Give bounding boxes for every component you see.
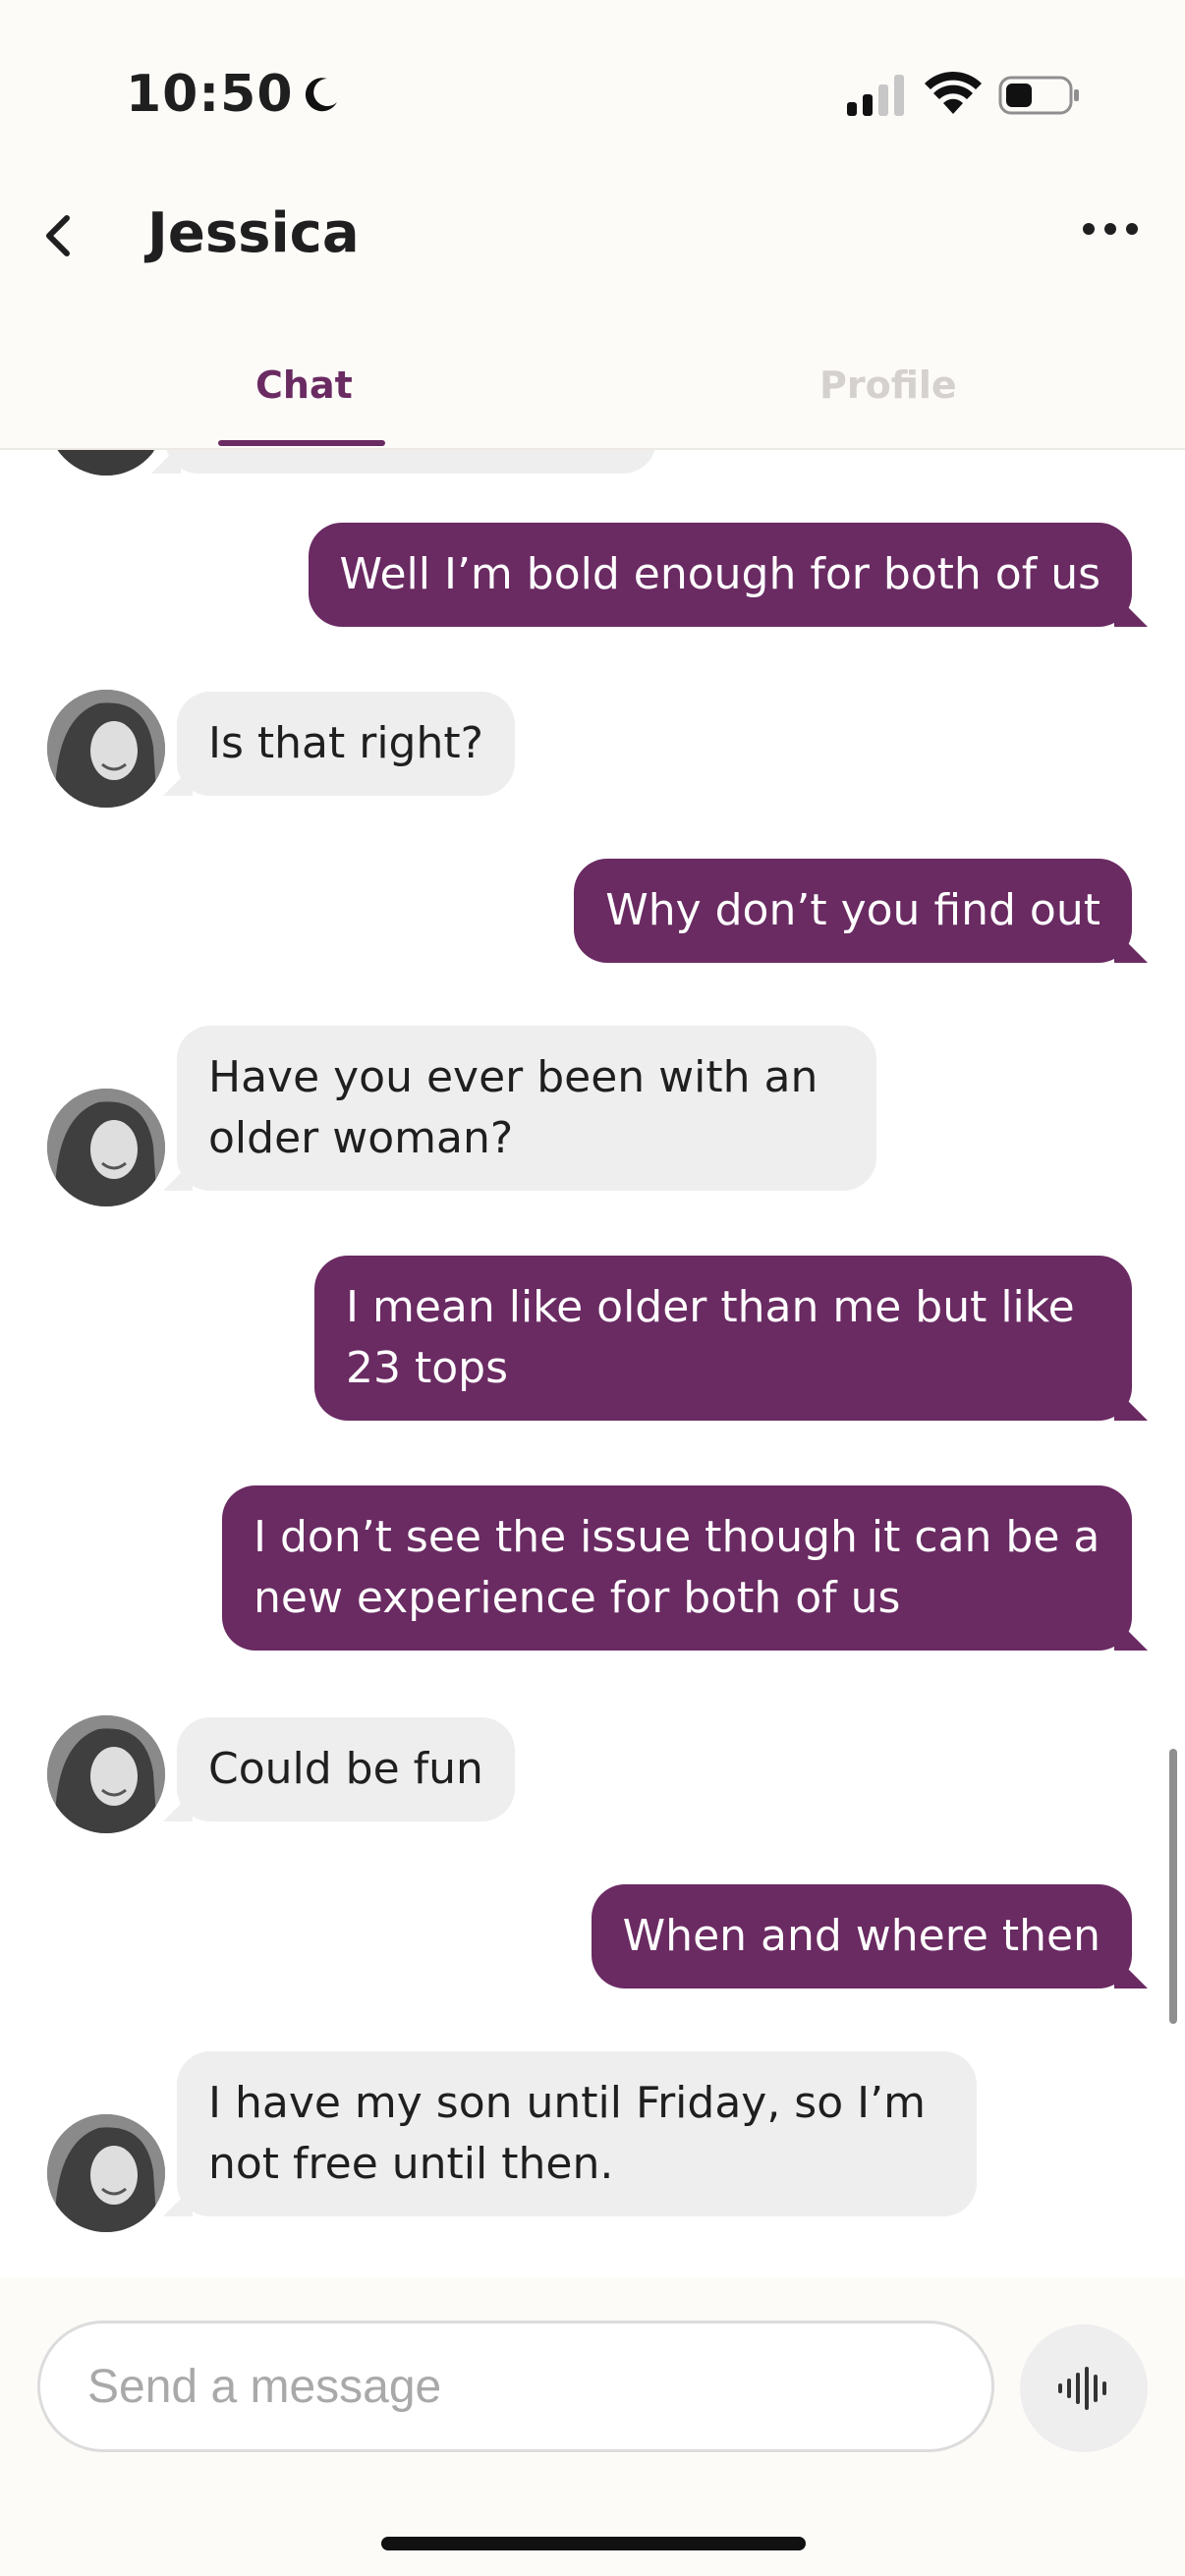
tab-bar: Chat Profile bbox=[0, 324, 1185, 450]
avatar[interactable] bbox=[47, 1089, 165, 1206]
message-bubble-outgoing: Well I’m bold enough for both of us bbox=[308, 523, 1132, 627]
home-indicator bbox=[381, 2537, 806, 2550]
avatar[interactable] bbox=[47, 450, 165, 476]
back-arrow-icon[interactable] bbox=[39, 208, 79, 263]
message-bubble-outgoing: I mean like older than me but like 23 to… bbox=[314, 1256, 1132, 1421]
page-title: Jessica bbox=[147, 201, 360, 265]
message-bubble-incoming-partial bbox=[165, 450, 656, 474]
status-time: 10:50 bbox=[126, 65, 343, 124]
chat-thread[interactable]: Well I’m bold enough for both of us Is t… bbox=[0, 450, 1185, 2277]
profile-photo bbox=[47, 690, 165, 808]
more-options-icon[interactable] bbox=[1079, 214, 1142, 244]
status-bar: 10:50 bbox=[0, 0, 1185, 187]
wifi-icon bbox=[925, 71, 982, 114]
message-bubble-incoming: Is that right? bbox=[177, 692, 515, 796]
message-input[interactable] bbox=[37, 2321, 994, 2452]
profile-photo bbox=[47, 1715, 165, 1833]
moon-icon bbox=[305, 78, 337, 112]
message-bubble-incoming: Could be fun bbox=[177, 1717, 515, 1821]
cellular-signal-icon bbox=[847, 75, 904, 116]
active-tab-indicator bbox=[218, 440, 385, 446]
avatar[interactable] bbox=[47, 690, 165, 808]
tab-chat[interactable]: Chat bbox=[255, 364, 353, 407]
avatar[interactable] bbox=[47, 2114, 165, 2232]
voice-message-button[interactable] bbox=[1020, 2324, 1148, 2452]
time-text: 10:50 bbox=[126, 65, 294, 124]
tab-profile[interactable]: Profile bbox=[819, 364, 957, 407]
avatar[interactable] bbox=[47, 1715, 165, 1833]
profile-photo bbox=[47, 450, 165, 476]
message-bubble-outgoing: I don’t see the issue though it can be a… bbox=[222, 1485, 1132, 1651]
scrollbar[interactable] bbox=[1169, 1749, 1177, 2024]
message-bubble-outgoing: When and where then bbox=[591, 1884, 1132, 1988]
profile-photo bbox=[47, 2114, 165, 2232]
audio-waveform-icon bbox=[1058, 2367, 1106, 2410]
message-bubble-incoming: Have you ever been with an older woman? bbox=[177, 1026, 876, 1191]
message-bubble-outgoing: Why don’t you find out bbox=[574, 859, 1132, 963]
message-bubble-incoming: I have my son until Friday, so I’m not f… bbox=[177, 2051, 977, 2216]
profile-photo bbox=[47, 1089, 165, 1206]
battery-icon bbox=[998, 76, 1079, 115]
